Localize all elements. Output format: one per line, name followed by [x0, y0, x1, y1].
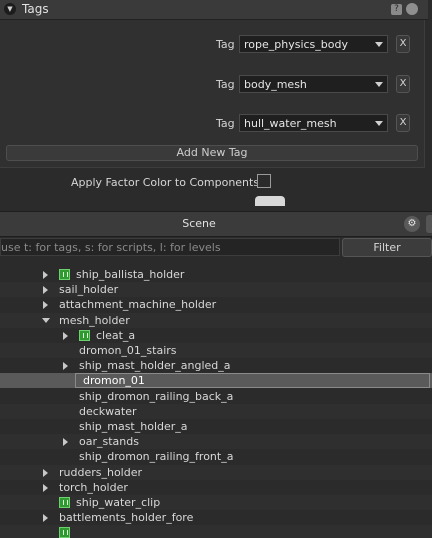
color-swatch	[255, 196, 285, 206]
tag-dropdown-value: rope_physics_body	[244, 38, 348, 51]
tree-row-label: mesh_holder	[59, 313, 130, 327]
tree-row-label: dromon_01_stairs	[79, 344, 177, 357]
tree-row[interactable]: ship_dromon_railing_back_a	[0, 389, 432, 404]
scene-tree: ship_ballista_holder sail_holder attachmen…	[0, 267, 432, 538]
tree-row[interactable]: sail_holder	[0, 282, 432, 298]
panel-edge-handle[interactable]	[426, 215, 432, 233]
tree-row-label: torch_holder	[59, 480, 128, 494]
scene-panel-header: Scene ⚙	[0, 211, 432, 237]
entity-icon	[59, 497, 70, 508]
tag-dropdown-value: hull_water_mesh	[244, 117, 337, 130]
tags-panel-header: ▼ Tags ?	[0, 0, 428, 20]
expand-down-icon[interactable]	[42, 317, 50, 323]
scene-settings-icon[interactable]: ⚙	[404, 216, 420, 232]
tag-dropdown[interactable]: hull_water_mesh	[239, 114, 388, 132]
tree-row[interactable]: dromon_01_stairs	[0, 343, 432, 358]
expand-right-icon[interactable]	[43, 271, 48, 279]
tree-row[interactable]: attachment_machine_holder	[0, 297, 432, 312]
tree-row-label: cleat_a	[96, 328, 136, 342]
tree-row[interactable]	[0, 525, 432, 538]
tags-panel-body: Tag rope_physics_body X Tag body_mesh X …	[0, 20, 425, 168]
tree-row[interactable]: oar_stands	[0, 434, 432, 450]
tag-row: Tag rope_physics_body X	[0, 35, 424, 55]
tree-row[interactable]: deckwater	[0, 403, 432, 419]
tag-label: Tag	[216, 38, 235, 51]
expand-right-icon[interactable]	[63, 362, 68, 371]
entity-icon	[59, 527, 70, 538]
tree-row-label: ship_dromon_railing_back_a	[79, 389, 234, 403]
tree-row[interactable]: battlements_holder_fore	[0, 510, 432, 525]
apply-factor-checkbox[interactable]	[257, 174, 271, 188]
tag-dropdown[interactable]: rope_physics_body	[239, 35, 388, 53]
remove-tag-button[interactable]: X	[396, 35, 410, 53]
tag-dropdown-value: body_mesh	[244, 78, 307, 91]
tag-row: Tag hull_water_mesh X	[0, 114, 424, 134]
entity-icon	[59, 269, 70, 280]
tags-panel-title: Tags	[22, 2, 49, 16]
filter-button[interactable]: Filter	[342, 238, 432, 257]
tree-row-label: sail_holder	[59, 283, 119, 297]
expand-right-icon[interactable]	[63, 438, 68, 447]
chevron-down-icon	[375, 121, 383, 126]
expand-right-icon[interactable]	[43, 301, 48, 310]
tree-row-label: oar_stands	[79, 435, 139, 449]
tag-label: Tag	[216, 78, 235, 91]
tag-label: Tag	[216, 117, 235, 130]
tree-row-label: battlements_holder_fore	[59, 511, 194, 525]
tree-row[interactable]: ship_ballista_holder	[0, 267, 432, 282]
tree-row[interactable]: ship_mast_holder_a	[0, 419, 432, 434]
expand-right-icon[interactable]	[43, 483, 48, 492]
tree-row[interactable]: rudders_holder	[0, 464, 432, 480]
collapse-tags-icon[interactable]: ▼	[4, 3, 16, 15]
expand-right-icon[interactable]	[43, 286, 48, 295]
expand-right-icon[interactable]	[63, 331, 68, 340]
tree-row-label: ship_water_clip	[76, 496, 161, 509]
add-new-tag-button[interactable]: Add New Tag	[6, 145, 418, 161]
expand-right-icon[interactable]	[43, 514, 48, 523]
panel-options-icon[interactable]	[406, 3, 418, 15]
tree-row-label: rudders_holder	[59, 465, 143, 479]
tree-row-selected[interactable]: dromon_01	[0, 373, 432, 389]
tree-row-label: ship_dromon_railing_front_a	[79, 450, 234, 464]
remove-tag-button[interactable]: X	[396, 114, 410, 132]
tree-row[interactable]: ship_mast_holder_angled_a	[0, 358, 432, 373]
scene-panel-title: Scene	[182, 217, 216, 230]
expand-right-icon[interactable]	[43, 468, 48, 477]
tag-dropdown[interactable]: body_mesh	[239, 75, 388, 93]
selection-outline	[75, 373, 430, 389]
tree-row[interactable]: mesh_holder	[0, 312, 432, 328]
tree-row-label: deckwater	[79, 404, 137, 418]
tree-row[interactable]: torch_holder	[0, 480, 432, 495]
tag-row: Tag body_mesh X	[0, 75, 424, 95]
tree-row[interactable]: ship_dromon_railing_front_a	[0, 449, 432, 464]
tree-row-label: attachment_machine_holder	[59, 298, 217, 312]
tree-row[interactable]: ship_water_clip	[0, 495, 432, 510]
scene-search-input[interactable]	[0, 238, 340, 256]
remove-tag-button[interactable]: X	[396, 75, 410, 93]
help-icon[interactable]: ?	[391, 4, 402, 15]
chevron-down-icon	[375, 82, 383, 87]
entity-icon	[79, 329, 90, 341]
tree-row-label: ship_ballista_holder	[76, 268, 185, 281]
chevron-down-icon	[375, 42, 383, 47]
tree-row-label: ship_mast_holder_a	[79, 420, 188, 433]
apply-factor-label: Apply Factor Color to Components	[71, 176, 260, 189]
tree-row[interactable]: cleat_a	[0, 328, 432, 343]
tree-row-label: ship_mast_holder_angled_a	[79, 359, 231, 373]
